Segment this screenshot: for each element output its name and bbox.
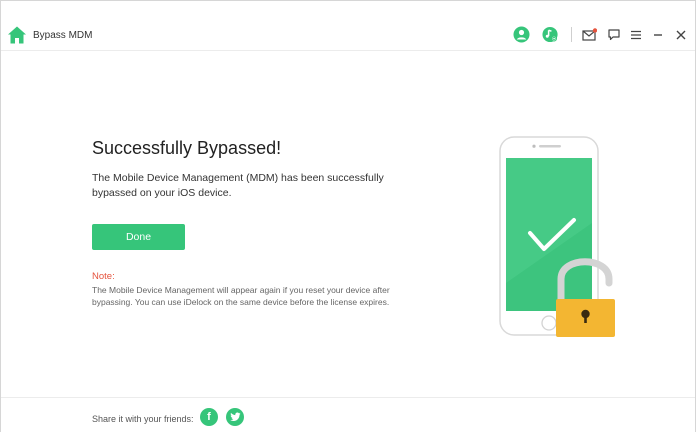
facebook-glyph: f (207, 411, 211, 423)
minimize-icon[interactable] (649, 26, 666, 43)
toolbar-separator (571, 27, 572, 42)
success-description: The Mobile Device Management (MDM) has b… (92, 172, 384, 199)
close-icon[interactable] (672, 26, 689, 43)
feedback-icon[interactable] (605, 26, 622, 43)
app-title: Bypass MDM (33, 30, 93, 41)
share-text: Share it with your friends: (92, 414, 194, 424)
twitter-icon[interactable] (226, 408, 244, 426)
menu-icon[interactable] (627, 26, 644, 43)
mail-icon[interactable] (581, 26, 598, 43)
page-title: Successfully Bypassed! (92, 138, 282, 158)
phone-unlocked-illustration (499, 136, 615, 337)
note-text: The Mobile Device Management will appear… (92, 285, 390, 307)
account-icon[interactable] (513, 26, 530, 43)
music-search-icon[interactable] (542, 26, 559, 43)
title-bar: Bypass MDM (1, 1, 695, 51)
app-window: Bypass MDM Successfully Bypassed! The Mo… (0, 0, 696, 432)
done-button[interactable]: Done (92, 224, 185, 250)
facebook-icon[interactable]: f (200, 408, 218, 426)
note-label: Note: (92, 271, 115, 282)
footer: Share it with your friends: f (1, 397, 695, 432)
home-icon[interactable] (7, 25, 27, 45)
